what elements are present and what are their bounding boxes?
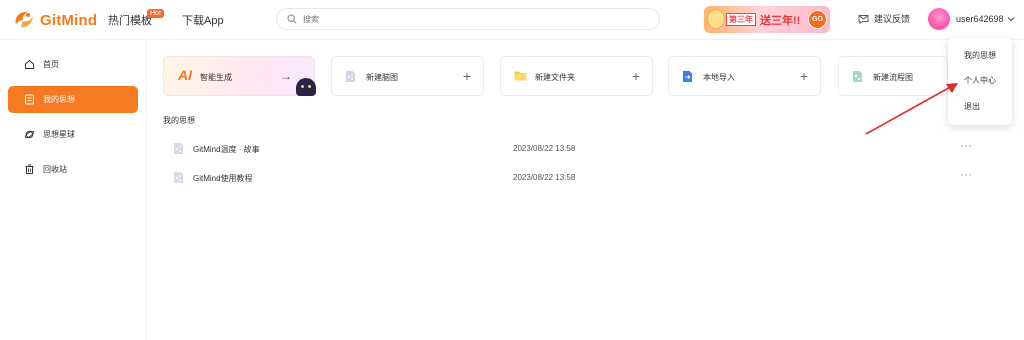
chevron-down-icon bbox=[1007, 17, 1014, 22]
sidebar: 首页 我的思想 思想星球 回收站 bbox=[0, 40, 147, 340]
nav-download-app[interactable]: 下载App bbox=[182, 12, 224, 28]
card-label: 新建文件夹 bbox=[535, 73, 575, 82]
trash-icon bbox=[25, 164, 34, 174]
promo-banner[interactable]: 第三年 送三年!! GO bbox=[704, 6, 830, 33]
arrow-right-icon: → bbox=[280, 69, 292, 83]
file-date: 2023/08/22 13:58 bbox=[513, 173, 576, 182]
menu-item-logout[interactable]: 退出 bbox=[964, 101, 980, 112]
local-import-card[interactable]: 本地导入 + bbox=[668, 56, 821, 96]
document-icon bbox=[25, 94, 34, 105]
ai-generate-card[interactable]: AI 智能生成 → bbox=[163, 56, 315, 96]
sidebar-item-label: 我的思想 bbox=[43, 95, 75, 104]
logo-text: GitMind bbox=[40, 11, 98, 29]
more-options-icon[interactable]: ··· bbox=[960, 169, 973, 181]
user-menu[interactable]: user642698 bbox=[928, 8, 1015, 30]
new-flowchart-card[interactable]: 新建流程图 bbox=[838, 56, 948, 96]
search-bar[interactable] bbox=[276, 8, 660, 30]
mindmap-file-icon bbox=[174, 172, 183, 183]
sidebar-item-my-thoughts[interactable]: 我的思想 bbox=[8, 86, 138, 113]
file-name: GitMind温度 · 故事 bbox=[193, 145, 260, 154]
import-icon bbox=[683, 71, 692, 82]
username: user642698 bbox=[956, 14, 1004, 24]
card-label: 智能生成 bbox=[200, 73, 232, 82]
plus-icon: + bbox=[799, 68, 808, 84]
sidebar-item-home[interactable]: 首页 bbox=[8, 51, 138, 78]
nav-hot-templates[interactable]: 热门模板 bbox=[108, 12, 152, 28]
promo-pill: 第三年 bbox=[726, 13, 756, 26]
planet-icon bbox=[24, 130, 35, 139]
mindmap-file-icon bbox=[174, 143, 183, 154]
new-mindmap-card[interactable]: 新建脑图 + bbox=[331, 56, 484, 96]
new-folder-card[interactable]: 新建文件夹 + bbox=[500, 56, 653, 96]
card-label: 本地导入 bbox=[703, 73, 735, 82]
feedback-icon bbox=[858, 14, 869, 24]
avatar[interactable] bbox=[928, 8, 950, 30]
promo-go-button[interactable]: GO bbox=[808, 10, 827, 29]
sidebar-item-thought-planet[interactable]: 思想星球 bbox=[8, 121, 138, 148]
flowchart-file-icon bbox=[853, 71, 862, 82]
card-label: 新建流程图 bbox=[873, 73, 913, 82]
home-icon bbox=[25, 59, 34, 69]
more-options-icon[interactable]: ··· bbox=[960, 140, 973, 152]
search-icon bbox=[287, 14, 297, 24]
section-title: 我的思想 bbox=[163, 116, 195, 125]
card-label: 新建脑图 bbox=[366, 73, 398, 82]
promo-mascot-icon bbox=[707, 9, 725, 29]
sidebar-item-label: 思想星球 bbox=[43, 130, 75, 139]
plus-icon: + bbox=[631, 68, 640, 84]
logo[interactable]: GitMind bbox=[12, 9, 97, 31]
file-row[interactable]: GitMind使用教程 2023/08/22 13:58 ··· bbox=[163, 165, 987, 191]
sidebar-item-label: 回收站 bbox=[43, 165, 67, 174]
file-date: 2023/08/22 13:58 bbox=[513, 144, 576, 153]
menu-item-my-thoughts[interactable]: 我的思想 bbox=[964, 50, 996, 61]
menu-item-personal-center[interactable]: 个人中心 bbox=[964, 75, 996, 86]
gitmind-logo-icon bbox=[15, 11, 33, 28]
sidebar-item-label: 首页 bbox=[43, 60, 59, 69]
ai-icon: AI bbox=[178, 67, 192, 83]
user-dropdown-menu: 我的思想 个人中心 退出 bbox=[948, 38, 1012, 125]
sidebar-item-trash[interactable]: 回收站 bbox=[8, 156, 138, 183]
mindmap-file-icon bbox=[346, 71, 355, 82]
search-input[interactable] bbox=[303, 12, 643, 27]
file-row[interactable]: GitMind温度 · 故事 2023/08/22 13:58 ··· bbox=[163, 136, 987, 162]
promo-text: 送三年!! bbox=[760, 15, 801, 27]
file-name: GitMind使用教程 bbox=[193, 174, 253, 183]
hot-badge: Hot bbox=[147, 9, 164, 18]
top-bar: GitMind 热门模板 Hot 下载App 第三年 送三年!! GO 建议反馈… bbox=[0, 0, 1024, 40]
feedback-label: 建议反馈 bbox=[874, 14, 911, 24]
folder-icon bbox=[514, 71, 527, 81]
robot-mascot-icon bbox=[296, 78, 316, 96]
feedback-button[interactable]: 建议反馈 bbox=[858, 12, 910, 25]
plus-icon: + bbox=[462, 68, 471, 84]
